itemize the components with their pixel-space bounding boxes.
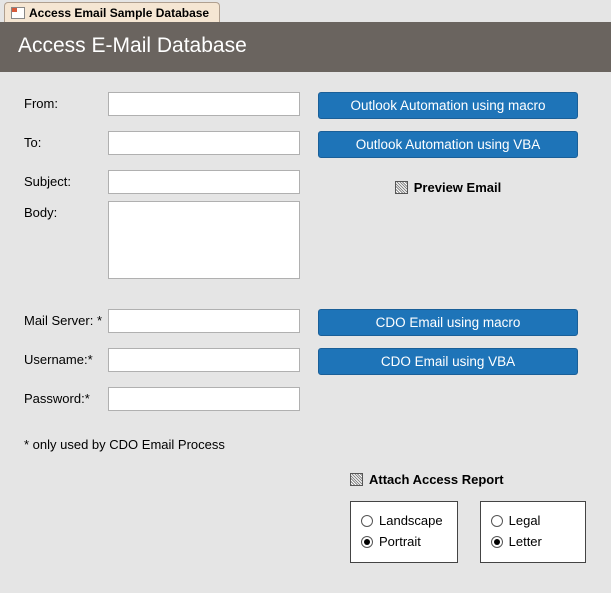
page-title: Access E-Mail Database <box>18 34 247 57</box>
cdo-macro-button[interactable]: CDO Email using macro <box>318 309 578 336</box>
radio-portrait[interactable]: Portrait <box>361 531 443 552</box>
attach-section: Attach Access Report Landscape Portrait … <box>350 472 587 563</box>
radio-portrait-label: Portrait <box>379 534 421 549</box>
radio-icon <box>491 536 503 548</box>
tab-access-email[interactable]: Access Email Sample Database <box>4 2 220 22</box>
radio-letter-label: Letter <box>509 534 542 549</box>
tab-bar: Access Email Sample Database <box>0 0 611 22</box>
cdo-note: * only used by CDO Email Process <box>24 437 587 452</box>
label-password: Password:* <box>24 387 108 406</box>
preview-email-check[interactable]: Preview Email <box>318 180 578 195</box>
label-username: Username:* <box>24 348 108 367</box>
radio-letter[interactable]: Letter <box>491 531 571 552</box>
form-body: From: Outlook Automation using macro To:… <box>0 72 611 573</box>
label-to: To: <box>24 131 108 150</box>
radio-landscape[interactable]: Landscape <box>361 510 443 531</box>
attach-report-check[interactable]: Attach Access Report <box>350 472 587 487</box>
checkbox-icon <box>350 473 363 486</box>
subject-input[interactable] <box>108 170 300 194</box>
radio-legal-label: Legal <box>509 513 541 528</box>
checkbox-icon <box>395 181 408 194</box>
label-subject: Subject: <box>24 170 108 189</box>
radio-icon <box>361 536 373 548</box>
tab-title: Access Email Sample Database <box>29 6 209 20</box>
label-mailserver: Mail Server: * <box>24 309 108 328</box>
label-body: Body: <box>24 201 108 220</box>
to-input[interactable] <box>108 131 300 155</box>
from-input[interactable] <box>108 92 300 116</box>
attach-report-label: Attach Access Report <box>369 472 504 487</box>
outlook-vba-button[interactable]: Outlook Automation using VBA <box>318 131 578 158</box>
username-input[interactable] <box>108 348 300 372</box>
outlook-macro-button[interactable]: Outlook Automation using macro <box>318 92 578 119</box>
password-input[interactable] <box>108 387 300 411</box>
paper-group: Legal Letter <box>480 501 586 563</box>
preview-email-label: Preview Email <box>414 180 501 195</box>
form-icon <box>11 7 25 19</box>
orientation-group: Landscape Portrait <box>350 501 458 563</box>
radio-icon <box>361 515 373 527</box>
radio-legal[interactable]: Legal <box>491 510 571 531</box>
label-from: From: <box>24 92 108 111</box>
radio-landscape-label: Landscape <box>379 513 443 528</box>
cdo-vba-button[interactable]: CDO Email using VBA <box>318 348 578 375</box>
radio-icon <box>491 515 503 527</box>
form-header: Access E-Mail Database <box>0 22 611 72</box>
body-textarea[interactable] <box>108 201 300 279</box>
mailserver-input[interactable] <box>108 309 300 333</box>
